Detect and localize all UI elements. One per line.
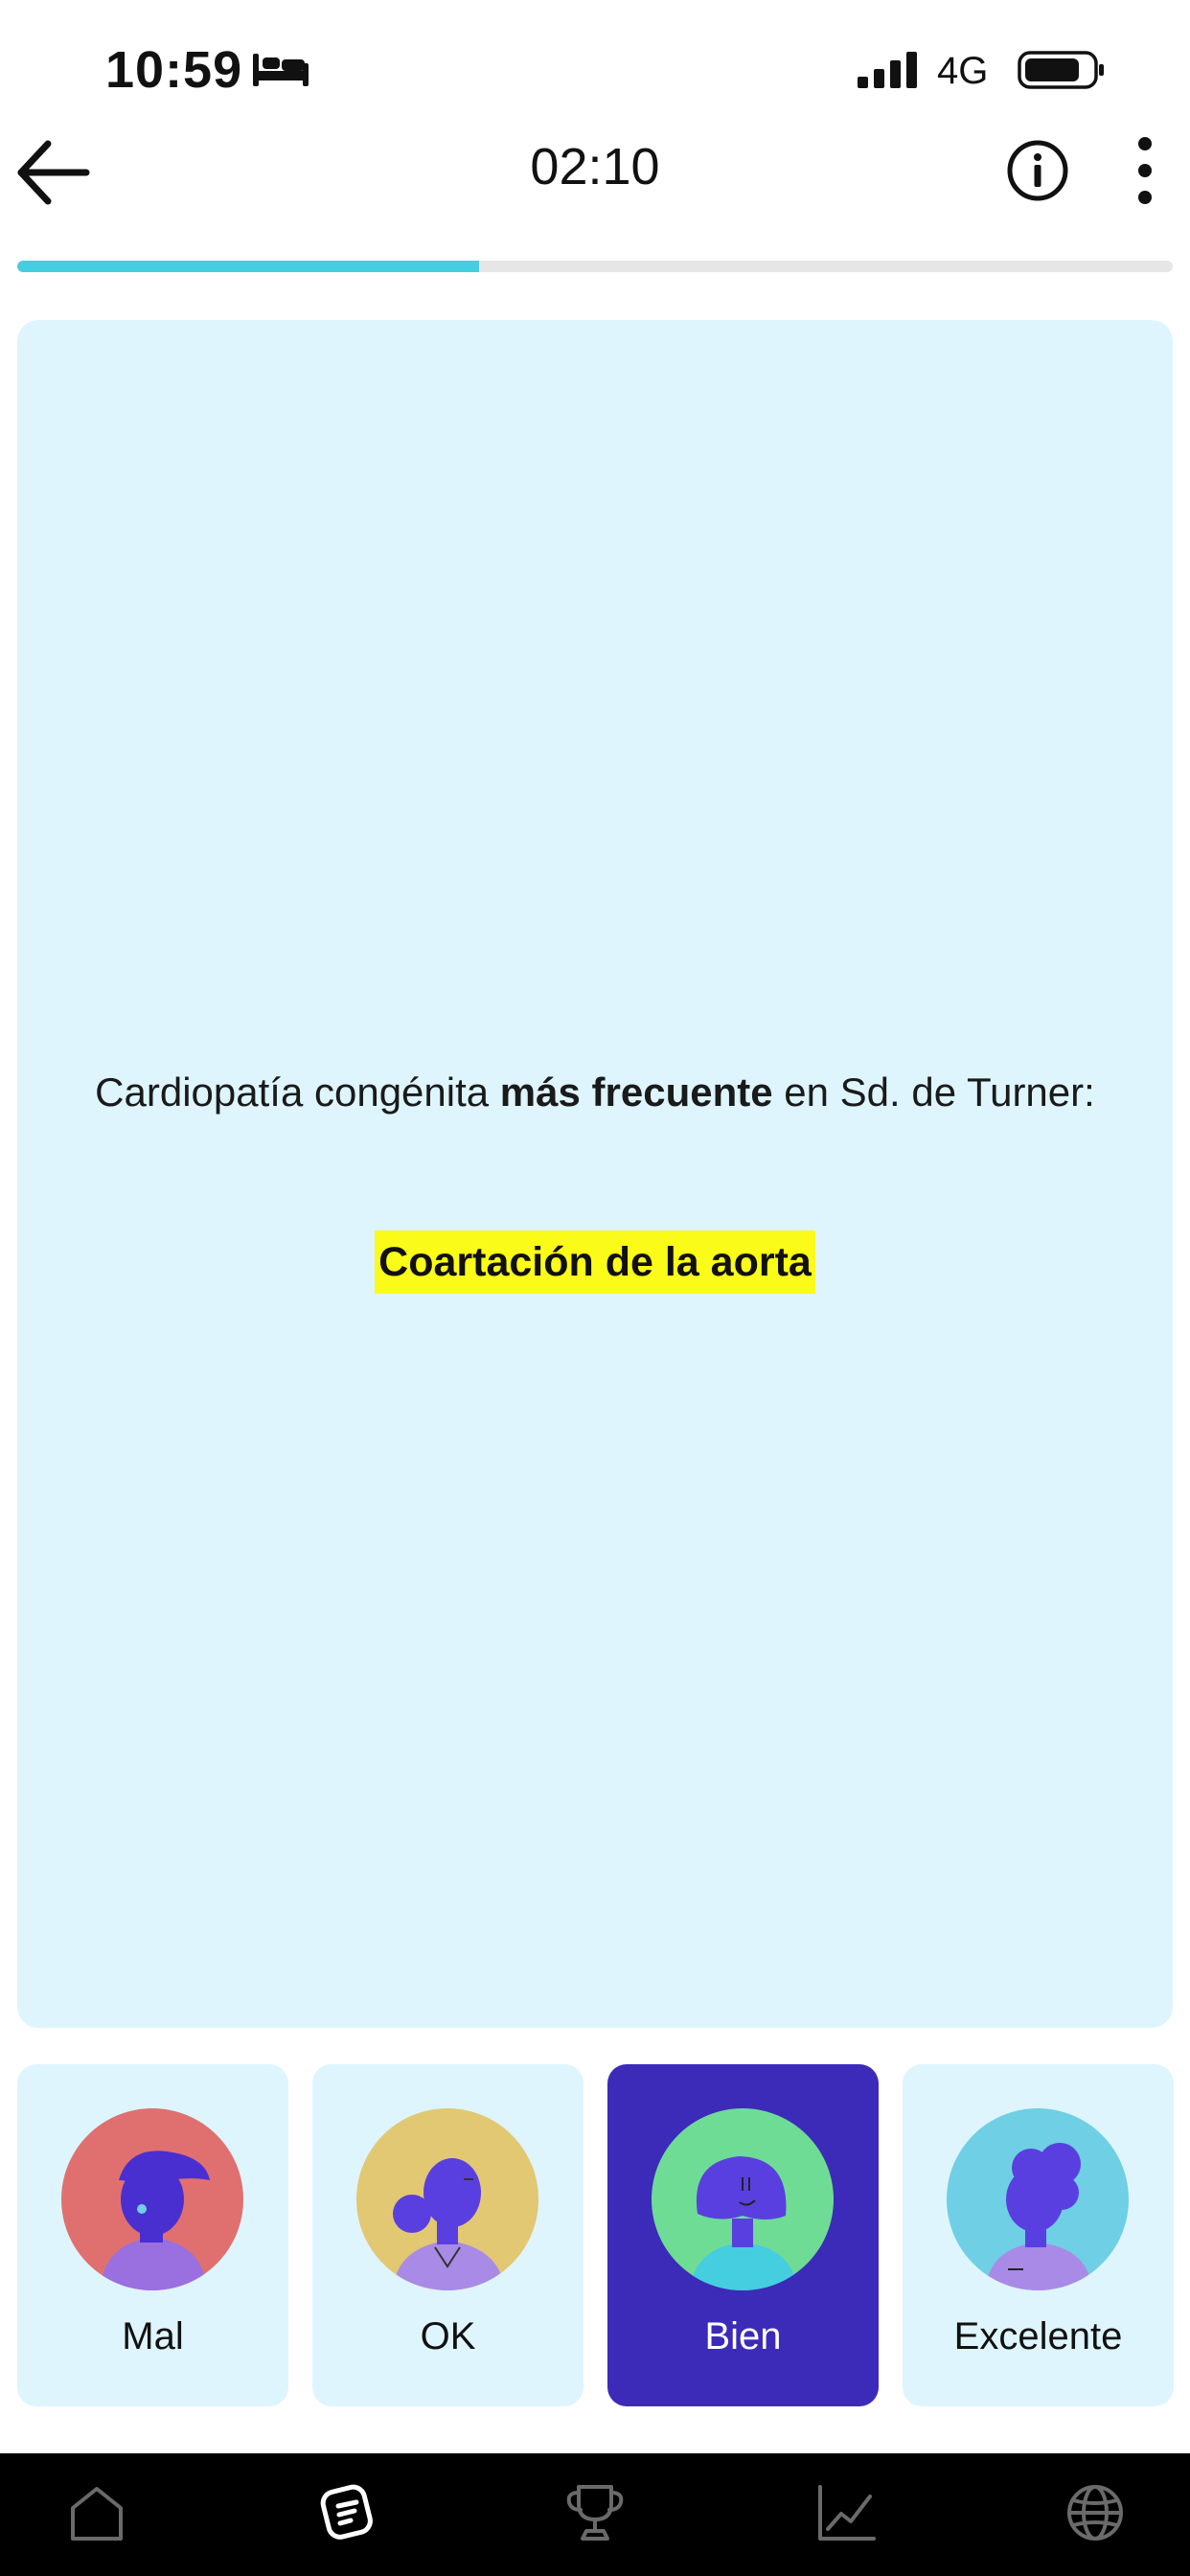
sad-avatar-icon	[61, 2108, 243, 2290]
rating-button-excelente[interactable]: Excelente	[903, 2064, 1174, 2406]
more-options-button[interactable]	[1126, 134, 1164, 207]
question-part-1: Cardiopatía congénita	[95, 1070, 500, 1115]
flashcard[interactable]: Cardiopatía congénita más frecuente en S…	[17, 320, 1173, 2028]
rating-button-bien[interactable]: Bien	[607, 2064, 879, 2406]
answer-text: Coartación de la aorta	[375, 1230, 815, 1294]
nav-stats[interactable]	[811, 2477, 881, 2548]
info-icon	[1007, 140, 1068, 201]
progress-bar	[17, 261, 1173, 272]
network-label: 4G	[937, 50, 989, 92]
bed-icon	[253, 54, 309, 86]
rating-label: Excelente	[953, 2315, 1123, 2358]
rating-button-mal[interactable]: Mal	[17, 2064, 288, 2406]
rating-label: Bien	[704, 2315, 782, 2358]
excellent-avatar-icon	[947, 2108, 1129, 2290]
battery-icon	[1018, 51, 1104, 89]
signal-icon	[858, 52, 917, 88]
neutral-avatar-icon	[356, 2108, 538, 2290]
more-vertical-icon	[1138, 137, 1152, 204]
home-icon	[71, 2487, 123, 2541]
status-time: 10:59	[105, 41, 243, 99]
rating-label: Mal	[122, 2315, 184, 2358]
nav-flashcards[interactable]	[312, 2477, 383, 2548]
rating-label: OK	[420, 2315, 476, 2358]
happy-avatar-icon	[652, 2108, 834, 2290]
nav-community[interactable]	[1060, 2477, 1131, 2548]
status-bar: 10:59 4G	[0, 0, 1190, 125]
nav-ranking[interactable]	[560, 2477, 630, 2548]
question-part-2: en Sd. de Turner:	[772, 1070, 1095, 1115]
nav-home[interactable]	[61, 2477, 132, 2548]
question-text: Cardiopatía congénita más frecuente en S…	[94, 1058, 1096, 1127]
progress-fill	[17, 261, 480, 272]
answer-container: Coartación de la aorta	[17, 1230, 1173, 1294]
globe-icon	[1067, 2485, 1123, 2541]
flashcards-icon	[320, 2484, 373, 2540]
trophy-icon	[566, 2485, 624, 2541]
info-button[interactable]	[1006, 139, 1069, 202]
stats-icon	[818, 2485, 876, 2541]
question-emphasis: más frecuente	[499, 1070, 773, 1115]
rating-button-ok[interactable]: OK	[312, 2064, 584, 2406]
